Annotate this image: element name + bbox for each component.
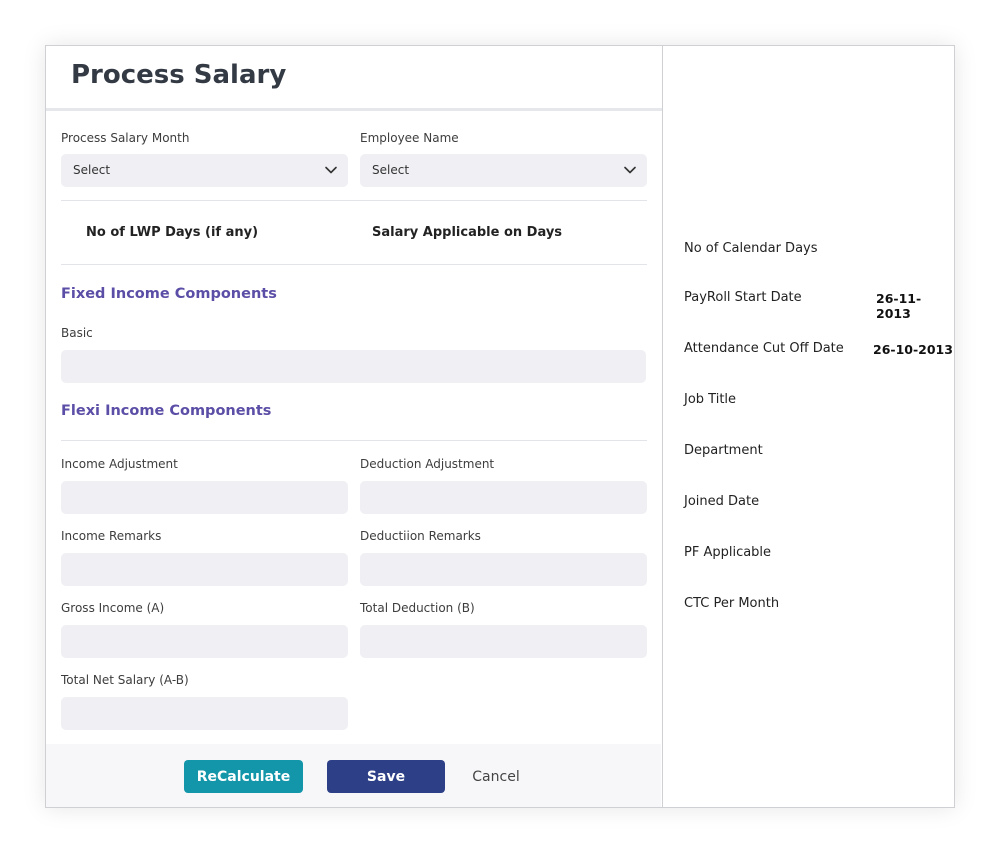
- basic-input[interactable]: [61, 350, 646, 383]
- income-remarks-label: Income Remarks: [61, 529, 162, 543]
- payroll-start-label: PayRoll Start Date: [684, 290, 802, 305]
- employee-name-select-value: Select: [372, 163, 410, 177]
- employee-name-select[interactable]: Select: [360, 154, 647, 187]
- calendar-days-label: No of Calendar Days: [684, 241, 818, 256]
- net-salary-input[interactable]: [61, 697, 348, 730]
- income-remarks-input[interactable]: [61, 553, 348, 586]
- gross-income-label: Gross Income (A): [61, 601, 165, 615]
- month-label: Process Salary Month: [61, 131, 190, 145]
- form-header: Process Salary: [46, 46, 662, 111]
- cancel-button[interactable]: Cancel: [456, 760, 536, 793]
- divider: [61, 264, 647, 265]
- deduction-remarks-label: Deductiion Remarks: [360, 529, 481, 543]
- attendance-cutoff-value: 26-10-2013: [873, 342, 953, 357]
- salary-month-select[interactable]: Select: [61, 154, 348, 187]
- divider: [61, 200, 647, 201]
- deduction-remarks-input[interactable]: [360, 553, 647, 586]
- process-salary-card: Process Salary Process Salary Month Sele…: [45, 45, 955, 808]
- form-footer: ReCalculate Save Cancel: [46, 744, 661, 807]
- salary-month-select-value: Select: [73, 163, 111, 177]
- joined-date-label: Joined Date: [684, 494, 760, 509]
- job-title-label: Job Title: [684, 392, 737, 407]
- department-label: Department: [684, 443, 763, 458]
- divider: [61, 440, 647, 441]
- net-salary-label: Total Net Salary (A-B): [61, 673, 189, 687]
- basic-label: Basic: [61, 326, 93, 340]
- pf-applicable-label: PF Applicable: [684, 545, 772, 560]
- deduction-adjustment-label: Deduction Adjustment: [360, 457, 495, 471]
- page-title: Process Salary: [71, 60, 287, 90]
- fixed-income-heading: Fixed Income Components: [61, 286, 277, 302]
- employee-info-panel: No of Calendar Days PayRoll Start Date 2…: [663, 46, 954, 807]
- chevron-down-icon: [325, 166, 337, 174]
- salary-form-panel: Process Salary Process Salary Month Sele…: [46, 46, 663, 807]
- save-button[interactable]: Save: [327, 760, 445, 793]
- total-deduction-input[interactable]: [360, 625, 647, 658]
- gross-income-input[interactable]: [61, 625, 348, 658]
- deduction-adjustment-input[interactable]: [360, 481, 647, 514]
- attendance-cutoff-label: Attendance Cut Off Date: [684, 341, 844, 356]
- employee-label: Employee Name: [360, 131, 459, 145]
- salary-applicable-days-label: Salary Applicable on Days: [372, 225, 563, 240]
- recalculate-button[interactable]: ReCalculate: [184, 760, 303, 793]
- total-deduction-label: Total Deduction (B): [360, 601, 475, 615]
- income-adjustment-label: Income Adjustment: [61, 457, 178, 471]
- ctc-per-month-label: CTC Per Month: [684, 596, 780, 611]
- payroll-start-value: 26-11-2013: [876, 291, 922, 321]
- lwp-days-label: No of LWP Days (if any): [86, 225, 259, 240]
- chevron-down-icon: [624, 166, 636, 174]
- income-adjustment-input[interactable]: [61, 481, 348, 514]
- flexi-income-heading: Flexi Income Components: [61, 403, 272, 419]
